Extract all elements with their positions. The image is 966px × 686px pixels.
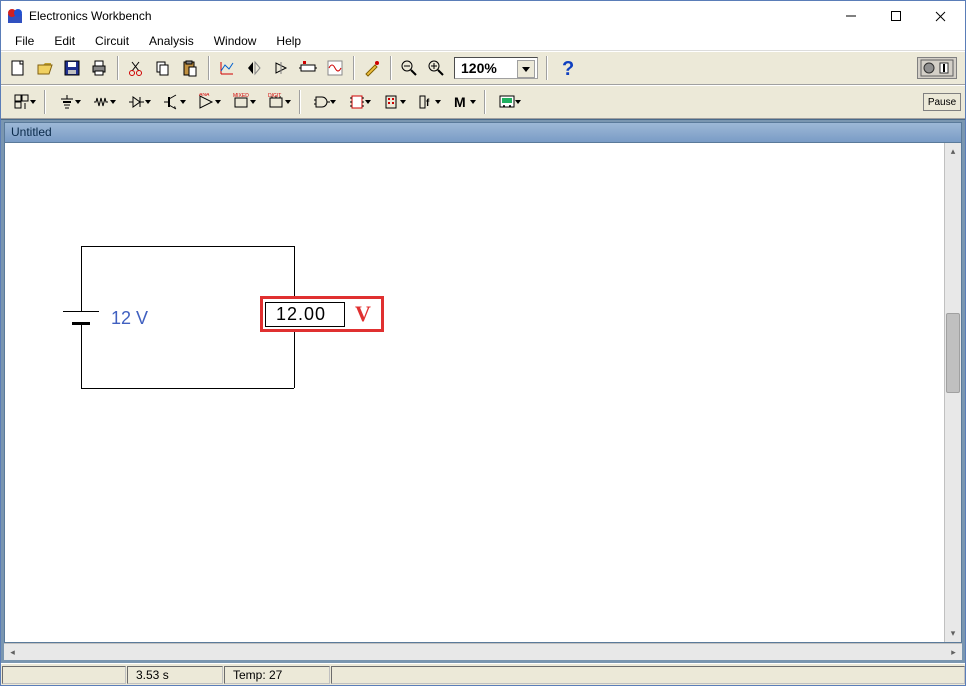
transistor-button[interactable] [155,89,189,115]
vertical-scrollbar[interactable]: ▴ ▾ [944,143,961,642]
help-button[interactable]: ? [552,55,582,81]
indicator-button[interactable] [375,89,409,115]
battery-label[interactable]: 12 V [111,308,148,329]
misc-button[interactable]: M [445,89,479,115]
horizontal-scrollbar[interactable]: ◂ ▸ [4,643,962,660]
menu-analysis[interactable]: Analysis [139,32,204,50]
voltmeter-unit: V [345,301,379,327]
menubar: File Edit Circuit Analysis Window Help [1,31,965,51]
voltmeter-reading: 12.00 [265,302,345,327]
maximize-button[interactable] [873,2,918,30]
svg-text:f: f [426,98,430,109]
flip-button[interactable] [241,55,267,81]
statusbar: 3.53 s Temp: 27 [1,663,965,685]
pause-button[interactable]: Pause [923,93,961,111]
toolbar-main: 120% ? [1,51,965,85]
waveform-button[interactable] [322,55,348,81]
menu-edit[interactable]: Edit [44,32,85,50]
app-window: Electronics Workbench File Edit Circuit … [0,0,966,686]
status-time: 3.53 s [127,666,223,684]
scroll-up-icon[interactable]: ▴ [945,143,961,160]
svg-text:ANA: ANA [199,93,210,98]
menu-window[interactable]: Window [204,32,267,50]
component-props-button[interactable] [295,55,321,81]
zoom-value: 120% [461,60,497,76]
zoom-out-button[interactable] [396,55,422,81]
paste-button[interactable] [177,55,203,81]
svg-text:?: ? [562,58,574,78]
mixed-ic-button[interactable]: MIXED [225,89,259,115]
zoom-in-button[interactable] [423,55,449,81]
open-button[interactable] [32,55,58,81]
analog-ic-button[interactable]: ANA [190,89,224,115]
window-title: Electronics Workbench [29,9,828,23]
wire[interactable] [81,246,82,311]
save-button[interactable] [59,55,85,81]
basic-button[interactable] [85,89,119,115]
wire[interactable] [81,325,82,388]
menu-help[interactable]: Help [266,32,311,50]
print-button[interactable] [86,55,112,81]
graph-button[interactable] [214,55,240,81]
wire[interactable] [294,331,295,388]
svg-text:MIXED: MIXED [233,93,249,99]
new-button[interactable] [5,55,31,81]
status-cell-1 [2,666,126,684]
dip-chip-button[interactable] [340,89,374,115]
toolbar-components: ANA MIXED DIGIT f M Pause [1,85,965,119]
status-temp: Temp: 27 [224,666,330,684]
simulate-switch[interactable] [917,57,957,79]
close-button[interactable] [918,2,963,30]
menu-file[interactable]: File [5,32,44,50]
zoom-combo[interactable]: 120% [454,57,538,79]
probe-button[interactable] [359,55,385,81]
wire[interactable] [294,246,295,298]
digital-ic-button[interactable]: DIGIT [260,89,294,115]
document-title[interactable]: Untitled [4,122,962,142]
instrument-button[interactable] [490,89,524,115]
svg-text:DIGIT: DIGIT [268,93,281,99]
menu-circuit[interactable]: Circuit [85,32,139,50]
scrollbar-thumb[interactable] [946,313,960,393]
wire[interactable] [81,246,294,247]
circuit-canvas[interactable]: 12 V 12.00 V [5,143,944,642]
copy-button[interactable] [150,55,176,81]
sources-button[interactable] [50,89,84,115]
diode-button[interactable] [120,89,154,115]
scroll-left-icon[interactable]: ◂ [4,644,21,660]
svg-text:M: M [454,94,466,110]
app-icon [7,8,23,24]
titlebar: Electronics Workbench [1,1,965,31]
scroll-down-icon[interactable]: ▾ [945,625,961,642]
wire[interactable] [81,388,294,389]
logic-gate-button[interactable] [305,89,339,115]
minimize-button[interactable] [828,2,873,30]
status-cell-4 [331,666,965,684]
voltmeter[interactable]: 12.00 V [260,296,384,332]
document-area: Untitled [1,119,965,663]
parts-bin-button[interactable] [5,89,39,115]
scroll-right-icon[interactable]: ▸ [945,644,962,660]
cut-button[interactable] [123,55,149,81]
control-button[interactable]: f [410,89,444,115]
rotate-button[interactable] [268,55,294,81]
